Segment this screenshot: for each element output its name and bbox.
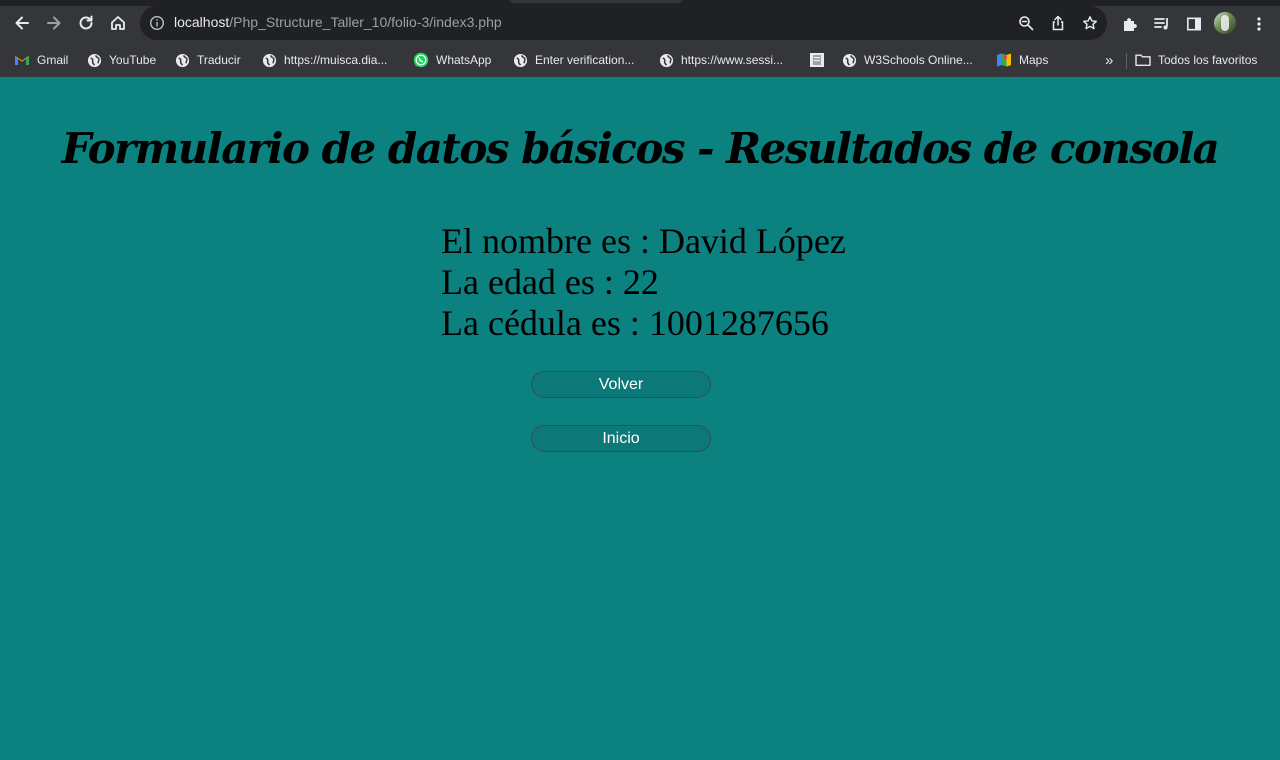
zoom-icon[interactable] xyxy=(1016,13,1036,33)
bookmark-label: Gmail xyxy=(37,53,69,67)
share-icon[interactable] xyxy=(1048,13,1068,33)
browser-chrome: localhost/Php_Structure_Taller_10/folio-… xyxy=(0,0,1280,77)
back-button[interactable]: Volver xyxy=(531,371,711,398)
bookmarks-overflow-button[interactable]: » xyxy=(1105,49,1113,71)
browser-toolbar: localhost/Php_Structure_Taller_10/folio-… xyxy=(0,6,1280,42)
globe-icon xyxy=(658,52,674,68)
bookmark-muisca[interactable]: https://muisca.dia... xyxy=(261,49,387,71)
bookmark-label: Maps xyxy=(1019,53,1049,67)
bookmark-whatsapp[interactable]: WhatsApp xyxy=(413,49,491,71)
maps-icon xyxy=(996,52,1012,68)
bookmark-traducir[interactable]: Traducir xyxy=(174,49,241,71)
home-button[interactable]: Inicio xyxy=(531,425,711,452)
bookmark-label: WhatsApp xyxy=(436,53,492,67)
site-info-icon[interactable] xyxy=(149,15,165,36)
all-bookmarks-label: Todos los favoritos xyxy=(1158,53,1258,67)
forward-arrow-icon[interactable] xyxy=(40,9,68,37)
gmail-icon xyxy=(14,52,30,68)
more-menu-icon[interactable] xyxy=(1248,13,1270,35)
globe-icon xyxy=(841,52,857,68)
globe-icon xyxy=(261,52,277,68)
bookmark-label: YouTube xyxy=(109,53,157,67)
globe-icon xyxy=(86,52,102,68)
side-panel-icon[interactable] xyxy=(1183,13,1205,35)
page-icon xyxy=(809,52,825,68)
back-arrow-icon[interactable] xyxy=(8,9,36,37)
overflow-chevron-icon: » xyxy=(1105,51,1114,69)
result-age: La edad es : 22 xyxy=(441,262,659,302)
bookmark-label: Traducir xyxy=(197,53,241,67)
bookmarks-bar: Gmail YouTube Traducir https://muisca.di… xyxy=(0,47,1280,73)
bookmark-label: https://muisca.dia... xyxy=(284,53,388,67)
bookmark-label: https://www.sessi... xyxy=(681,53,784,67)
result-name: El nombre es : David López xyxy=(441,221,846,261)
bookmark-page[interactable] xyxy=(809,49,832,71)
page-title: Formulario de datos básicos - Resultados… xyxy=(61,124,1220,173)
address-bar[interactable]: localhost/Php_Structure_Taller_10/folio-… xyxy=(140,6,1107,40)
bookmark-maps[interactable]: Maps xyxy=(996,49,1048,71)
url-text[interactable]: localhost/Php_Structure_Taller_10/folio-… xyxy=(174,14,502,30)
globe-icon xyxy=(174,52,190,68)
home-icon[interactable] xyxy=(104,9,132,37)
globe-icon xyxy=(512,52,528,68)
url-host: localhost xyxy=(174,14,230,30)
bookmarks-divider xyxy=(1126,53,1127,69)
bookmark-sessi[interactable]: https://www.sessi... xyxy=(658,49,783,71)
bookmark-star-icon[interactable] xyxy=(1080,13,1100,33)
bookmark-gmail[interactable]: Gmail xyxy=(14,49,68,71)
folder-icon xyxy=(1135,52,1151,68)
media-queue-icon[interactable] xyxy=(1151,13,1173,35)
active-tab-edge[interactable] xyxy=(510,0,682,3)
bookmark-label: W3Schools Online... xyxy=(864,53,973,67)
whatsapp-icon xyxy=(413,52,429,68)
profile-avatar[interactable] xyxy=(1214,12,1236,34)
bookmark-verification[interactable]: Enter verification... xyxy=(512,49,634,71)
bookmark-youtube[interactable]: YouTube xyxy=(86,49,156,71)
url-path: /Php_Structure_Taller_10/folio-3/index3.… xyxy=(229,14,502,30)
console-results: El nombre es : David López La edad es : … xyxy=(441,221,846,344)
extensions-puzzle-icon[interactable] xyxy=(1119,13,1141,35)
bookmark-label: Enter verification... xyxy=(535,53,635,67)
all-bookmarks-button[interactable]: Todos los favoritos xyxy=(1135,49,1257,71)
reload-icon[interactable] xyxy=(72,9,100,37)
bookmark-w3schools[interactable]: W3Schools Online... xyxy=(841,49,973,71)
result-id: La cédula es : 1001287656 xyxy=(441,303,829,343)
